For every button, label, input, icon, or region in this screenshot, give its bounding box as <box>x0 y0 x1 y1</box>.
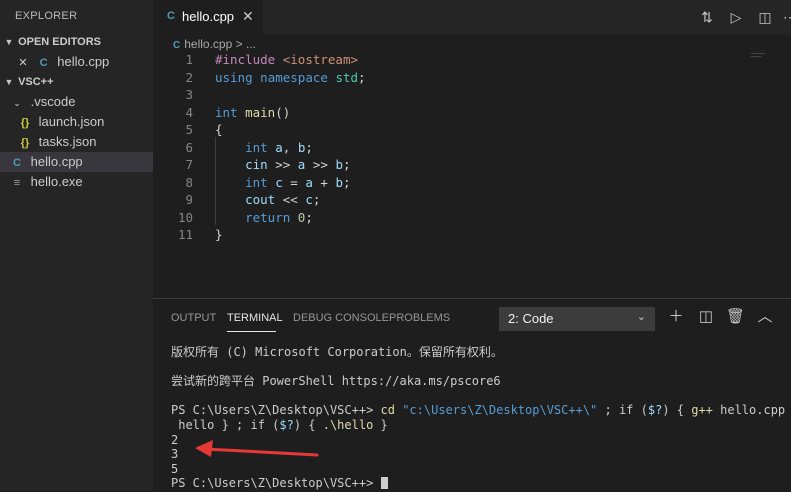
terminal-cursor <box>380 477 388 490</box>
tree-item-tasks-json[interactable]: {} tasks.json <box>0 132 153 152</box>
tab-problems[interactable]: PROBLEMS <box>389 312 450 324</box>
code-text: using namespace std; <box>215 69 366 85</box>
code-text: cout << c; <box>245 192 321 207</box>
chevron-down-icon: ⌄ <box>636 311 646 323</box>
json-file-icon: {} <box>20 137 30 149</box>
tab-bar: C hello.cpp ✕ ⇅ ▷ ◫ ⋯ <box>153 0 791 35</box>
workspace-header[interactable]: ▼ VSC++ <box>0 72 153 92</box>
workspace-label: VSC++ <box>18 76 54 88</box>
code-line[interactable]: 5{ <box>153 121 773 139</box>
tab-terminal[interactable]: TERMINAL <box>227 312 283 324</box>
bottom-panel: OUTPUT TERMINAL DEBUG CONSOLE PROBLEMS 2… <box>153 298 791 492</box>
run-icon[interactable]: ▷ <box>726 7 746 27</box>
cpp-file-icon: C <box>173 40 181 51</box>
code-line[interactable]: 1 #include <iostream> <box>153 51 773 69</box>
close-icon[interactable]: ✕ <box>242 8 254 25</box>
tree-item-hello-cpp[interactable]: C hello.cpp <box>0 152 153 172</box>
code-line[interactable]: 3 <box>153 86 773 104</box>
chevron-down-icon: ▼ <box>4 77 14 87</box>
split-editor-icon[interactable]: ◫ <box>755 7 775 27</box>
breadcrumb-file[interactable]: hello.cpp <box>184 37 232 51</box>
line-number: 8 <box>185 174 193 190</box>
tree-item-hello-exe[interactable]: ≡ hello.exe <box>0 172 153 192</box>
line-number: 6 <box>185 139 193 155</box>
more-actions-icon[interactable]: ⋯ <box>783 7 791 27</box>
file-lines-icon: ≡ <box>13 177 21 189</box>
code-line[interactable]: 11} <box>153 226 773 244</box>
tree-item-vscode-folder[interactable]: ⌄ .vscode <box>0 92 153 112</box>
breadcrumb-separator: > <box>235 37 243 51</box>
terminal-select-value: 2: Code <box>508 311 554 326</box>
compare-changes-icon[interactable]: ⇅ <box>697 7 717 27</box>
line-number: 10 <box>177 209 193 225</box>
close-icon[interactable]: ✕ <box>16 53 30 73</box>
trash-icon[interactable]: 🗑 <box>726 308 745 326</box>
chevron-up-icon[interactable]: ︿ <box>756 308 774 326</box>
explorer-title: EXPLORER <box>15 10 78 22</box>
line-number: 11 <box>177 227 193 242</box>
tree-item-label: hello.exe <box>30 174 83 189</box>
code-text: int c = a + b; <box>245 174 351 190</box>
cpp-file-icon: C <box>13 157 21 169</box>
terminal-prompt: PS C:\Users\Z\Desktop\VSC++> <box>171 476 781 491</box>
line-number: 4 <box>185 104 193 120</box>
cpp-file-icon: C <box>39 57 48 69</box>
tree-item-label: tasks.json <box>38 134 97 149</box>
tab-output[interactable]: OUTPUT <box>171 312 216 324</box>
open-editor-item-hello-cpp[interactable]: ✕ C hello.cpp <box>0 52 153 72</box>
annotation-arrow <box>195 440 319 457</box>
open-editors-label: OPEN EDITORS <box>18 36 101 48</box>
code-text: } <box>215 227 223 242</box>
split-terminal-icon[interactable]: ◫ <box>697 308 715 326</box>
terminal-output[interactable]: 版权所有 (C) Microsoft Corporation。保留所有权利。 尝… <box>171 345 791 491</box>
code-lines[interactable]: 1 #include <iostream> 2 using namespace std… <box>153 51 773 244</box>
editor-area: C hello.cpp ✕ ⇅ ▷ ◫ ⋯ Chello.cpp > ... 1… <box>153 0 791 298</box>
chevron-down-icon: ⌄ <box>13 98 21 108</box>
open-editor-label: hello.cpp <box>57 54 110 69</box>
tab-hello-cpp[interactable]: C hello.cpp ✕ <box>153 0 263 35</box>
line-number: 5 <box>185 122 193 137</box>
json-file-icon: {} <box>20 117 30 129</box>
open-editors-header[interactable]: ▼ OPEN EDITORS <box>0 32 153 52</box>
tree-item-label: .vscode <box>30 94 76 109</box>
explorer-sidebar: EXPLORER ▼ OPEN EDITORS ✕ C hello.cpp ▼ … <box>0 0 153 491</box>
line-number: 7 <box>185 157 193 172</box>
code-line[interactable]: 4 int main() <box>153 104 773 122</box>
line-number: 2 <box>185 69 193 85</box>
terminal-line: 版权所有 (C) Microsoft Corporation。保留所有权利。 <box>171 345 503 359</box>
new-terminal-icon[interactable]: ＋ <box>667 308 685 326</box>
code-line[interactable]: 7 cin >> a >> b; <box>153 156 773 174</box>
code-line[interactable]: 10 return 0; <box>153 209 773 227</box>
line-number: 3 <box>185 87 193 102</box>
active-tab-indicator <box>227 331 276 332</box>
prompt-text: PS C:\Users\Z\Desktop\VSC++> <box>171 476 381 491</box>
code-line[interactable]: 2 using namespace std; <box>153 69 773 87</box>
chevron-down-icon: ▼ <box>4 37 14 47</box>
code-line[interactable]: 6 int a, b; <box>153 139 773 157</box>
code-line[interactable]: 8 int c = a + b; <box>153 174 773 192</box>
terminal-select[interactable]: 2: Code ⌄ <box>499 307 655 331</box>
line-number: 9 <box>185 192 193 207</box>
tree-item-label: launch.json <box>38 114 105 129</box>
cpp-file-icon: C <box>167 10 175 22</box>
tab-debug-console[interactable]: DEBUG CONSOLE <box>293 312 389 324</box>
code-text: int main() <box>215 104 291 120</box>
code-text: cin >> a >> b; <box>245 157 351 172</box>
breadcrumb-more[interactable]: ... <box>246 37 256 51</box>
code-line[interactable]: 9 cout << c; <box>153 191 773 209</box>
code-text: return 0; <box>245 209 313 225</box>
terminal-command-line: PS C:\Users\Z\Desktop\VSC++> cd "c:\User… <box>171 403 791 418</box>
tree-item-label: hello.cpp <box>30 154 83 169</box>
code-text: int a, b; <box>245 139 313 155</box>
tree-item-launch-json[interactable]: {} launch.json <box>0 112 153 132</box>
terminal-command-line-cont: hello } ; if ($?) { .\hello } <box>171 417 388 432</box>
tab-label: hello.cpp <box>182 9 235 24</box>
code-text: #include <iostream> <box>215 52 359 67</box>
terminal-line: 尝试新的跨平台 PowerShell https://aka.ms/pscore… <box>171 374 501 389</box>
code-text: { <box>215 122 223 137</box>
line-number: 1 <box>185 52 193 67</box>
